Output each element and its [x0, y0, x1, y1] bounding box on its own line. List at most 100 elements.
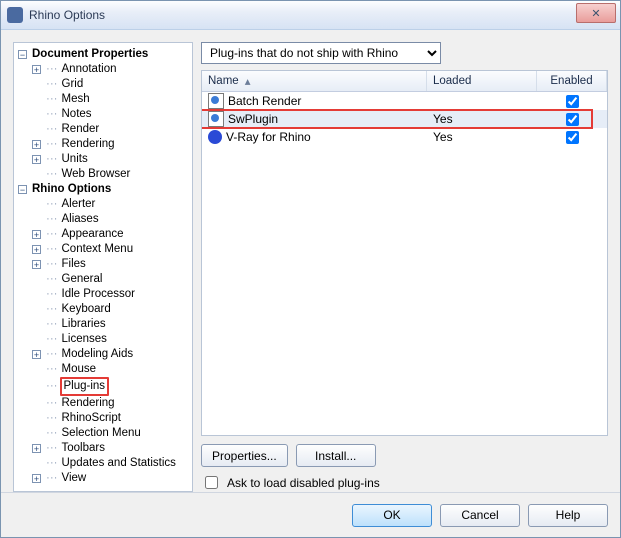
- grid-body: Batch Render SwPlugin Yes V-Ray for Rhino Ye…: [202, 92, 607, 435]
- tree-rhino-opts[interactable]: Rhino Options: [32, 182, 111, 197]
- plugin-loaded: Yes: [427, 112, 537, 126]
- expander[interactable]: [32, 474, 41, 483]
- expander: [32, 290, 41, 299]
- tree-item[interactable]: Plug-ins: [60, 377, 110, 396]
- expander[interactable]: [32, 444, 41, 453]
- plugin-name: Batch Render: [228, 94, 301, 108]
- expander[interactable]: [32, 155, 41, 164]
- expander: [32, 335, 41, 344]
- tree-item[interactable]: Annotation: [62, 62, 117, 77]
- plugin-name: V-Ray for Rhino: [226, 130, 311, 144]
- tree-item[interactable]: Libraries: [62, 317, 106, 332]
- table-row[interactable]: Batch Render: [202, 92, 607, 110]
- tree-item[interactable]: RhinoScript: [62, 411, 121, 426]
- tree-doc-props[interactable]: Document Properties: [32, 47, 148, 62]
- expander: [32, 414, 41, 423]
- expander: [32, 305, 41, 314]
- expander: [32, 125, 41, 134]
- table-row[interactable]: V-Ray for Rhino Yes: [202, 128, 607, 146]
- tree-item[interactable]: General: [62, 272, 103, 287]
- tree-item[interactable]: Files: [62, 257, 86, 272]
- tree-item[interactable]: Alerter: [62, 197, 96, 212]
- expander: [32, 200, 41, 209]
- properties-button[interactable]: Properties...: [201, 444, 288, 467]
- tree-item[interactable]: Updates and Statistics: [62, 456, 176, 471]
- cancel-button[interactable]: Cancel: [440, 504, 520, 527]
- expander: [32, 80, 41, 89]
- col-name[interactable]: Name▴: [202, 71, 427, 91]
- plugin-name: SwPlugin: [228, 112, 278, 126]
- plugin-loaded: Yes: [427, 130, 537, 144]
- expander-doc-props[interactable]: [18, 50, 27, 59]
- expander: [32, 459, 41, 468]
- dialog-body: Document Properties ···Annotation···Grid…: [1, 30, 620, 492]
- tree-item[interactable]: Licenses: [62, 332, 107, 347]
- expander[interactable]: [32, 140, 41, 149]
- grid-buttons: Properties... Install...: [201, 444, 608, 467]
- right-panel: Plug-ins that do not ship with Rhino Nam…: [201, 42, 608, 492]
- grid-header: Name▴ Loaded Enabled: [202, 71, 607, 92]
- help-button[interactable]: Help: [528, 504, 608, 527]
- expander-rhino-opts[interactable]: [18, 185, 27, 194]
- tree-item[interactable]: Toolbars: [62, 441, 105, 456]
- window: Rhino Options ✕ Document Properties ···A…: [0, 0, 621, 538]
- expander[interactable]: [32, 260, 41, 269]
- tree-item[interactable]: Appearance: [62, 227, 124, 242]
- tree-item[interactable]: Idle Processor: [62, 287, 136, 302]
- tree-item[interactable]: View: [62, 471, 87, 486]
- tree-item[interactable]: Web Browser: [62, 167, 131, 182]
- plugin-enabled-checkbox[interactable]: [566, 95, 579, 108]
- tree-item[interactable]: Rendering: [62, 137, 115, 152]
- expander: [32, 382, 41, 391]
- tree-item[interactable]: Aliases: [62, 212, 99, 227]
- plugin-grid: Name▴ Loaded Enabled Batch Render SwPlugi…: [201, 70, 608, 436]
- ok-button[interactable]: OK: [352, 504, 432, 527]
- plugin-enabled-checkbox[interactable]: [566, 113, 579, 126]
- ask-disabled-row[interactable]: Ask to load disabled plug-ins: [201, 473, 608, 492]
- window-title: Rhino Options: [29, 8, 105, 22]
- plugin-icon: [208, 93, 224, 109]
- tree-item[interactable]: Context Menu: [62, 242, 134, 257]
- tree-item[interactable]: Render: [62, 122, 100, 137]
- plugin-filter-select[interactable]: Plug-ins that do not ship with Rhino: [201, 42, 441, 64]
- ask-disabled-label: Ask to load disabled plug-ins: [227, 476, 380, 490]
- expander: [32, 170, 41, 179]
- plugin-enabled-checkbox[interactable]: [566, 131, 579, 144]
- dialog-footer: OK Cancel Help: [1, 492, 620, 537]
- tree-item[interactable]: Mouse: [62, 362, 97, 377]
- close-button[interactable]: ✕: [576, 3, 616, 23]
- col-loaded[interactable]: Loaded: [427, 71, 537, 91]
- tree-item[interactable]: Selection Menu: [62, 426, 141, 441]
- below-grid: Properties... Install... Ask to load dis…: [201, 444, 608, 492]
- expander[interactable]: [32, 65, 41, 74]
- filter-row: Plug-ins that do not ship with Rhino: [201, 42, 608, 64]
- plugin-icon: [208, 130, 222, 144]
- expander: [32, 215, 41, 224]
- expander: [32, 429, 41, 438]
- expander[interactable]: [32, 230, 41, 239]
- expander: [32, 399, 41, 408]
- tree-item[interactable]: Notes: [62, 107, 92, 122]
- tree-item[interactable]: Mesh: [62, 92, 90, 107]
- tree-item[interactable]: Grid: [62, 77, 84, 92]
- expander[interactable]: [32, 350, 41, 359]
- install-button[interactable]: Install...: [296, 444, 376, 467]
- expander: [32, 320, 41, 329]
- tree: Document Properties ···Annotation···Grid…: [16, 47, 190, 486]
- app-icon: [7, 7, 23, 23]
- tree-item[interactable]: Keyboard: [62, 302, 111, 317]
- main-row: Document Properties ···Annotation···Grid…: [13, 42, 608, 492]
- tree-item[interactable]: Units: [62, 152, 88, 167]
- expander[interactable]: [32, 245, 41, 254]
- plugin-icon: [208, 111, 224, 127]
- options-tree[interactable]: Document Properties ···Annotation···Grid…: [13, 42, 193, 492]
- col-enabled[interactable]: Enabled: [537, 71, 607, 91]
- ask-disabled-checkbox[interactable]: [205, 476, 218, 489]
- window-buttons: ✕: [576, 3, 616, 23]
- table-row[interactable]: SwPlugin Yes: [202, 110, 607, 128]
- expander: [32, 365, 41, 374]
- tree-item[interactable]: Rendering: [62, 396, 115, 411]
- tree-item[interactable]: Modeling Aids: [62, 347, 134, 362]
- titlebar: Rhino Options ✕: [1, 1, 620, 30]
- expander: [32, 275, 41, 284]
